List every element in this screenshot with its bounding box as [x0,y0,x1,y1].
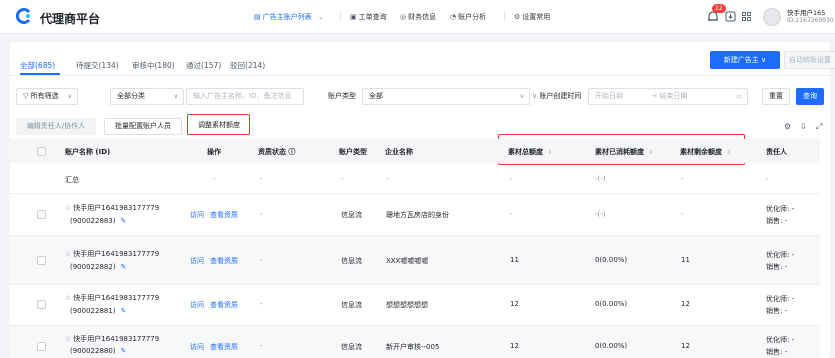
brand-title: 代理商平台 [40,12,101,26]
tab-in-review[interactable]: 审核中(180) [132,60,175,71]
grid-icon: ▤ [254,13,261,21]
nav-advertiser-list[interactable]: ▤ 广告主账户列表 ⌄ [254,12,324,22]
sort-icon: ⇕ [547,149,553,156]
tab-pending-submit[interactable]: 待提交(134) [76,60,119,71]
apps-grid-icon[interactable] [741,11,752,22]
select-all-checkbox[interactable] [37,147,46,156]
tab-approved[interactable]: 通过(157) [186,60,221,71]
account-name[interactable]: ☆ 快手用户1641983177779 [65,293,159,303]
gear-icon: ⚙ [514,13,521,21]
nav-account-analysis[interactable]: ◔ 账户分析 [450,12,486,22]
user-id: ID:2167369930 [787,17,834,24]
visit-link[interactable]: 访问 [190,300,204,310]
account-created-time-label: ∨ 账户创建时间 [532,92,582,100]
account-name[interactable]: ☆ 快手用户1641983177779 [65,334,159,344]
edit-owner-button[interactable]: 编辑责任人/协作人 [16,118,96,135]
account-id: (900022881) ✎ [70,307,127,315]
row-checkbox[interactable] [37,300,46,309]
visit-link[interactable]: 访问 [190,210,204,220]
nav-finance-info[interactable]: ◎ 财务信息 [400,12,436,22]
row-checkbox[interactable] [37,210,46,219]
analysis-icon: ◔ [450,13,457,21]
chevron-down-icon: ∨ [173,93,178,100]
batch-config-button[interactable]: 批量配置账户人员 [104,118,182,135]
edit-pencil-icon[interactable]: ✎ [121,347,127,355]
row-checkbox[interactable] [37,342,46,351]
account-type-select[interactable]: 全部 ∨ [362,88,530,105]
edit-pencil-icon[interactable]: ✎ [121,263,127,271]
edit-pencil-icon[interactable]: ✎ [121,307,127,315]
account-type-label: 账户类型 [328,92,356,100]
star-icon[interactable]: ☆ [65,335,71,343]
col-operations: 操作 [207,148,221,156]
tab-all[interactable]: 全部(685) [20,60,55,71]
settings-icon[interactable]: ⚙ [784,122,791,131]
chevron-down-icon: ⌄ [317,13,324,21]
date-range-picker[interactable]: 开始日期 → 结束日期 ▭ [588,88,748,105]
account-id: (900022880) ✎ [70,347,127,355]
main-card: 全部(685) 待提交(134) 审核中(180) 通过(157) 驳回(214… [10,42,835,358]
finance-icon: ◎ [400,13,407,21]
star-icon[interactable]: ☆ [65,204,71,212]
view-qualification-link[interactable]: 查看资质 [210,210,238,220]
new-advertiser-button[interactable]: 新建广告主 ∨ [710,51,780,69]
sort-icon: ⇕ [726,149,732,156]
highlight-adjust-quota [187,114,250,135]
top-bar: 代理商平台 ▤ 广告主账户列表 ⌄ ▣ 工单查询 ◎ 财务信息 ◔ 账户分析 ⚙ 设置常用… [0,0,835,34]
notification-badge: 12 [712,4,726,13]
edit-pencil-icon[interactable]: ✎ [121,217,127,225]
summary-label: 汇总 [65,176,79,184]
chevron-down-icon: ∨ [67,93,72,100]
col-account-name: 账户名称 (ID) [65,148,111,156]
account-name[interactable]: ☆ 快手用户1641983177779 [65,203,159,213]
avatar[interactable] [763,8,781,26]
view-qualification-link[interactable]: 查看资质 [210,300,238,310]
all-filter-select[interactable]: ▽ 所有筛选 ∨ [16,88,78,105]
calendar-icon: ▭ [736,93,742,100]
account-id: (900022882) ✎ [70,263,127,271]
visit-link[interactable]: 访问 [190,342,204,352]
tab-rejected[interactable]: 驳回(214) [230,60,265,71]
sort-icon: ⇕ [648,149,654,156]
col-account-type: 账户类型 [339,148,367,156]
col-qualification: 资质状态 ⓘ [258,148,296,156]
col-total-quota[interactable]: 素材总额度 ⇕ [508,147,552,157]
filter-icon: ▽ [23,92,31,100]
category-select[interactable]: 全部分类 ∨ [110,88,184,105]
star-icon[interactable]: ☆ [65,294,71,302]
logo-icon [16,8,31,24]
fullscreen-icon[interactable]: ⤢ [816,122,822,132]
col-used-quota[interactable]: 素材已消耗额度 ⇕ [595,147,653,157]
account-name[interactable]: ☆ 快手用户1641983177779 [65,249,159,259]
col-remaining-quota[interactable]: 素材剩余额度 ⇕ [680,147,731,157]
visit-link[interactable]: 访问 [190,256,204,266]
col-company: 企业名称 [385,148,413,156]
reset-button[interactable]: 重置 [762,88,790,105]
export-icon[interactable]: ⇩ [800,122,807,131]
star-icon[interactable]: ☆ [65,250,71,258]
chevron-down-icon: ∨ [519,93,524,100]
query-button[interactable]: 查询 [796,88,824,105]
download-icon[interactable] [725,11,736,22]
view-qualification-link[interactable]: 查看资质 [210,342,238,352]
auto-transfer-settings-button[interactable]: 自动转账设置 [784,51,835,69]
search-input[interactable]: 输入广告主名称、ID、备注信息 [186,88,304,105]
view-qualification-link[interactable]: 查看资质 [210,256,238,266]
nav-ticket-query[interactable]: ▣ 工单查询 [350,12,387,22]
col-owner: 责任人 [766,148,787,156]
user-name: 快手用户165 [787,9,826,17]
ticket-icon: ▣ [350,13,357,21]
nav-settings[interactable]: ⚙ 设置常用 [514,12,550,22]
row-checkbox[interactable] [37,256,46,265]
account-id: (900022883) ✎ [70,217,127,225]
